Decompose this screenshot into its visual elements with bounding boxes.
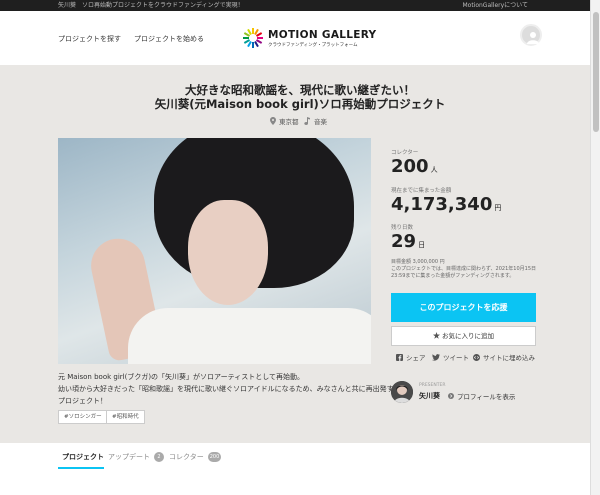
days-unit: 日 xyxy=(418,241,426,249)
tab-updates[interactable]: アップデート 2 xyxy=(108,452,164,462)
tag-solo-singer[interactable]: #ソロシンガー xyxy=(58,410,108,424)
embed-on-site[interactable]: サイトに埋め込み xyxy=(473,352,535,362)
user-icon xyxy=(527,32,539,44)
presenter-label: PRESENTER xyxy=(419,383,446,388)
presenter-name[interactable]: 矢川葵 xyxy=(419,391,440,401)
tag-showa-era[interactable]: #昭和時代 xyxy=(106,410,145,424)
project-main-image[interactable] xyxy=(58,138,371,364)
logo-tagline: クラウドファンディング・プラットフォーム xyxy=(268,43,358,48)
project-category[interactable]: 音楽 xyxy=(304,116,327,126)
collectors-label: コレクター xyxy=(391,150,419,156)
share-tweet-label: ツイート xyxy=(443,354,469,362)
tab-updates-label: アップデート xyxy=(108,453,150,461)
collectors-count: 200 人 xyxy=(391,156,438,177)
share-facebook[interactable]: シェア xyxy=(396,352,426,362)
tab-collectors-label: コレクター xyxy=(169,453,204,461)
category-text: 音楽 xyxy=(314,118,327,126)
collectors-unit: 人 xyxy=(430,166,438,174)
active-tab-indicator xyxy=(58,467,104,469)
hero-shirt xyxy=(128,308,371,364)
raised-amount: 4,173,340 円 xyxy=(391,194,501,215)
nav-explore-projects[interactable]: プロジェクトを探す xyxy=(58,34,121,44)
twitter-icon xyxy=(432,353,440,361)
star-icon xyxy=(432,332,440,339)
about-link[interactable]: MotionGalleryについて xyxy=(462,0,528,11)
project-title-line2: 矢川葵(元Maison book girl)ソロ再始動プロジェクト xyxy=(154,97,446,111)
scrollbar-thumb[interactable] xyxy=(593,12,599,132)
facebook-icon xyxy=(396,353,403,361)
site-header: プロジェクトを探す プロジェクトを始める MOTION GALLERY クラウド… xyxy=(0,11,590,65)
share-facebook-label: シェア xyxy=(406,354,426,362)
project-tabs: プロジェクト アップデート 2 コレクター 200 xyxy=(0,443,590,495)
updates-count-badge: 2 xyxy=(154,452,164,462)
raised-label: 現在までに集まった金額 xyxy=(391,188,452,194)
music-note-icon xyxy=(304,117,310,125)
view-profile-label: プロフィールを表示 xyxy=(457,393,516,401)
location-text: 東京都 xyxy=(279,118,299,126)
goal-amount: 目標金額 3,000,000 円 xyxy=(391,259,445,265)
logo-name: MOTION GALLERY xyxy=(268,29,377,41)
view-profile-link[interactable]: プロフィールを表示 xyxy=(448,391,515,401)
support-project-button[interactable]: このプロジェクトを応援 xyxy=(391,293,536,322)
favorite-label: お気に入りに追加 xyxy=(442,332,495,340)
share-tweet[interactable]: ツイート xyxy=(432,352,469,362)
days-value: 29 xyxy=(391,231,417,252)
logo-mark-icon xyxy=(243,28,263,48)
funding-note: このプロジェクトでは、目標達成に関わらず、2021年10月15日23:59までに… xyxy=(391,266,537,279)
collectors-count-badge: 200 xyxy=(207,452,222,462)
nav-start-project[interactable]: プロジェクトを始める xyxy=(134,34,204,44)
page-scrollbar[interactable] xyxy=(590,0,600,495)
arrow-circle-icon xyxy=(448,393,454,399)
raised-value: 4,173,340 xyxy=(391,194,493,215)
embed-icon xyxy=(473,353,480,361)
top-bar-text: 矢川葵 ソロ再始動プロジェクトをクラウドファンディングで実現！ xyxy=(58,2,244,9)
top-bar: 矢川葵 ソロ再始動プロジェクトをクラウドファンディングで実現！ MotionGa… xyxy=(0,0,590,11)
tab-collectors[interactable]: コレクター 200 xyxy=(169,452,222,462)
days-left: 29 日 xyxy=(391,231,425,252)
presenter-avatar[interactable] xyxy=(391,381,413,403)
description-line2: 幼い頃から大好きだった「昭和歌謡」を現代に歌い継ぐソロアイドルになるため、みなさ… xyxy=(58,385,401,393)
location-pin-icon xyxy=(270,117,276,125)
tab-project-label: プロジェクト xyxy=(62,453,104,461)
embed-label: サイトに埋め込み xyxy=(483,354,535,362)
add-favorite-button[interactable]: お気に入りに追加 xyxy=(391,326,536,346)
days-left-label: 残り日数 xyxy=(391,225,414,231)
motion-gallery-logo[interactable]: MOTION GALLERY クラウドファンディング・プラットフォーム xyxy=(242,25,376,53)
project-location[interactable]: 東京都 xyxy=(270,116,299,126)
hero-face xyxy=(188,200,268,305)
presenter-photo-icon xyxy=(391,381,413,403)
collectors-value: 200 xyxy=(391,156,429,177)
raised-unit: 円 xyxy=(494,204,502,212)
tab-project[interactable]: プロジェクト xyxy=(62,452,104,462)
user-menu-avatar[interactable] xyxy=(520,24,542,46)
description-line1: 元 Maison book girl(ブクガ)の「矢川葵」がソロアーティストとし… xyxy=(58,373,304,381)
description-line3: プロジェクト！ xyxy=(58,397,107,405)
